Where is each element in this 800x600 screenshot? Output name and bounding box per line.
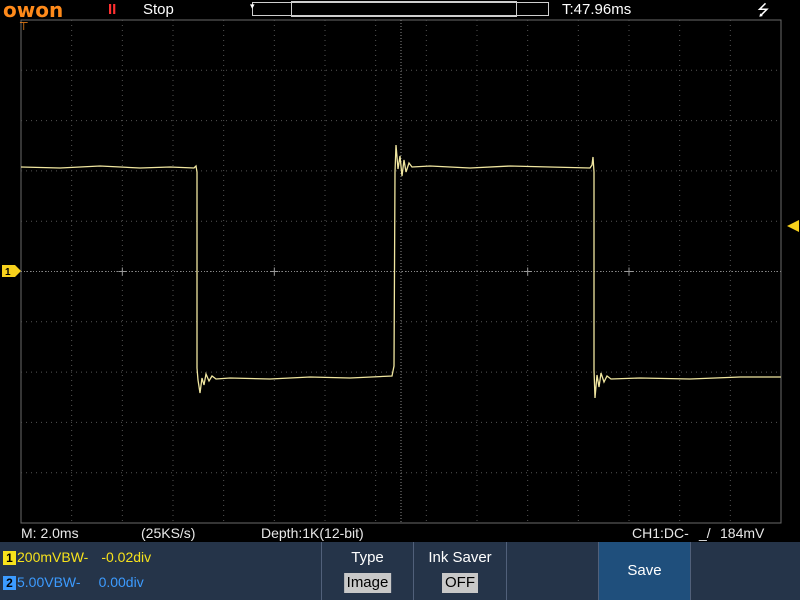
rising-edge-icon: _/ <box>699 525 711 541</box>
ch1-marker-label: 1 <box>5 267 11 278</box>
menu-ink-saver[interactable]: Ink Saver OFF <box>413 542 506 600</box>
ch2-settings[interactable]: 2 5.00VBW- 0.00div <box>3 572 144 592</box>
menu-ink-saver-value[interactable]: OFF <box>442 573 478 593</box>
trigger-horizontal-marker-icon: ⊤ <box>19 21 29 33</box>
trigger-level-readout: 184mV <box>720 525 765 541</box>
waveform-display[interactable]: ⊤ 1 <box>0 0 800 542</box>
menu-type[interactable]: Type Image <box>321 542 413 600</box>
ch2-scale: 5.00V <box>17 574 54 590</box>
sample-rate-readout: (25KS/s) <box>141 525 196 541</box>
ch1-offset: -0.02div <box>101 549 152 565</box>
menu-empty-slot <box>506 542 598 600</box>
timebase-readout[interactable]: M: 2.0ms <box>21 525 79 542</box>
menu-type-title: Type <box>351 549 384 566</box>
ch1-tag: 1 <box>3 551 16 566</box>
bottom-menu-bar: 1 200mVBW- -0.02div 2 5.00VBW- 0.00div Type … <box>0 542 800 600</box>
menu-empty-slot-2 <box>690 542 800 600</box>
ch2-tag: 2 <box>3 576 16 591</box>
trigger-source-readout[interactable]: CH1:DC- <box>632 525 689 542</box>
ch1-bandwidth: BW- <box>61 549 89 565</box>
ch2-bandwidth: BW- <box>53 574 81 590</box>
menu-type-value[interactable]: Image <box>343 573 392 593</box>
save-button-label: Save <box>627 562 662 579</box>
ch1-scale: 200mV <box>17 549 62 565</box>
trigger-level-marker-icon <box>787 220 799 232</box>
memory-depth-readout: Depth:1K(12-bit) <box>261 525 364 541</box>
graticule-grid <box>21 20 781 523</box>
ch2-offset: 0.00div <box>98 574 144 590</box>
menu-ink-saver-title: Ink Saver <box>428 549 492 566</box>
ch1-settings[interactable]: 1 200mVBW- -0.02div <box>3 547 151 567</box>
save-button[interactable]: Save <box>598 542 690 600</box>
acquisition-status-row: M: 2.0ms (25KS/s) Depth:1K(12-bit) CH1:D… <box>0 525 800 542</box>
